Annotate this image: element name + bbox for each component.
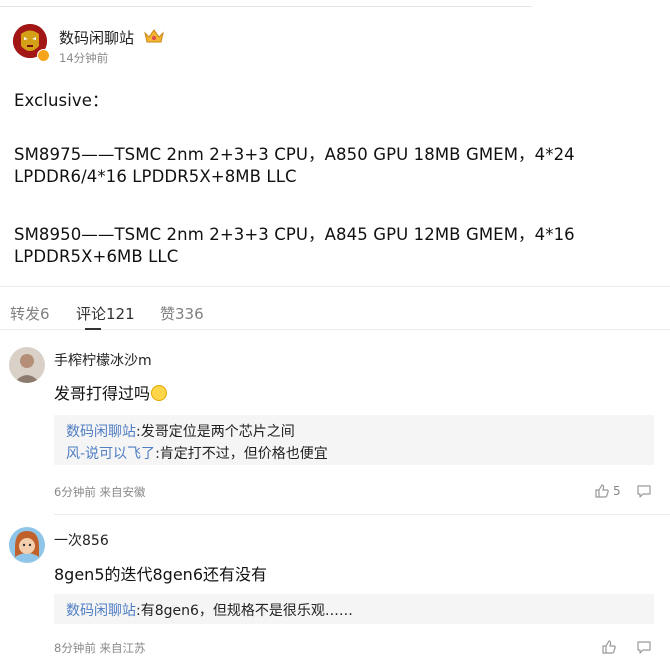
commenter-avatar[interactable] <box>9 347 45 383</box>
post-line: SM8950——TSMC 2nm 2+3+3 CPU，A845 GPU 12MB… <box>14 225 575 244</box>
reply-item[interactable]: 数码闲聊站:发哥定位是两个芯片之间 <box>66 421 295 441</box>
tab-likes[interactable]: 赞336 <box>160 303 204 324</box>
reply-author[interactable]: 风-说可以飞了 <box>66 446 155 462</box>
active-tab-indicator <box>85 328 101 330</box>
verified-badge-icon <box>37 49 50 62</box>
comment-text: 发哥打得过吗 <box>54 380 168 404</box>
comment-meta: 8分钟前 来自江苏 <box>54 641 146 655</box>
reply-item[interactable]: 风-说可以飞了:肯定打不过，但价格也便宜 <box>66 443 328 463</box>
reply-author[interactable]: 数码闲聊站 <box>66 424 136 440</box>
post-time: 14分钟前 <box>59 51 109 65</box>
comment-icon[interactable] <box>636 483 652 499</box>
reply-author[interactable]: 数码闲聊站 <box>66 603 136 619</box>
reply-text: :有8gen6，但规格不是很乐观…… <box>136 603 353 619</box>
post-line: Exclusive： <box>14 91 109 110</box>
comment-divider <box>54 514 670 515</box>
tab-repost[interactable]: 转发6 <box>10 303 50 324</box>
like-count: 5 <box>613 484 621 498</box>
comment-icon[interactable] <box>636 639 652 655</box>
author-name[interactable]: 数码闲聊站 <box>59 27 134 48</box>
post-line: LPDDR6/4*16 LPDDR5X+8MB LLC <box>14 167 297 186</box>
top-divider <box>0 0 532 7</box>
commenter-avatar[interactable] <box>9 527 45 563</box>
thumbs-up-icon[interactable] <box>601 639 617 655</box>
thumbs-up-icon[interactable] <box>594 483 610 499</box>
post-line: SM8975——TSMC 2nm 2+3+3 CPU，A850 GPU 18MB… <box>14 145 575 164</box>
reply-item[interactable]: 数码闲聊站:有8gen6，但规格不是很乐观…… <box>66 600 353 620</box>
comment-text: 8gen5的迭代8gen6还有没有 <box>54 565 268 584</box>
tab-bar: 转发6 评论121 赞336 <box>0 286 670 330</box>
commenter-name[interactable]: 手榨柠檬冰沙m <box>54 350 152 370</box>
reply-box[interactable]: 数码闲聊站:有8gen6，但规格不是很乐观…… <box>54 594 654 624</box>
tab-comments[interactable]: 评论121 <box>76 303 135 324</box>
reply-text: :肯定打不过，但价格也便宜 <box>155 446 328 462</box>
reply-text: :发哥定位是两个芯片之间 <box>136 424 295 440</box>
comment-meta: 6分钟前 来自安徽 <box>54 485 146 499</box>
crown-icon <box>144 29 164 43</box>
smile-emoji-icon <box>151 385 168 401</box>
post-line: LPDDR5X+6MB LLC <box>14 247 179 266</box>
reply-box[interactable]: 数码闲聊站:发哥定位是两个芯片之间 风-说可以飞了:肯定打不过，但价格也便宜 <box>54 415 654 465</box>
commenter-name[interactable]: 一次856 <box>54 530 109 550</box>
